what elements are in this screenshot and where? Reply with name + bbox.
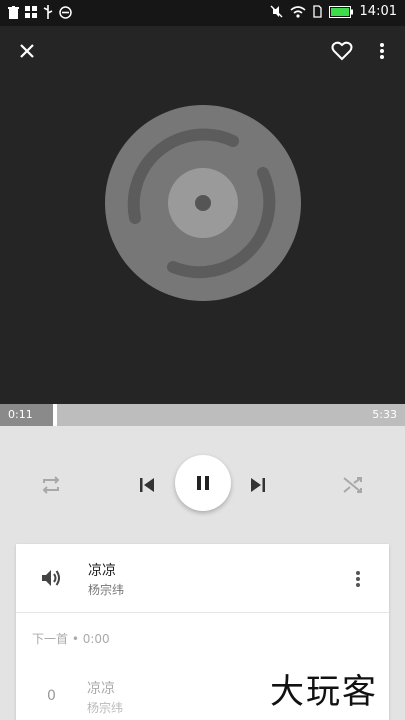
- seek-bar-thumb[interactable]: [53, 404, 57, 426]
- shuffle-button[interactable]: [338, 470, 368, 500]
- skip-previous-icon: [140, 478, 154, 492]
- status-left-icons: [8, 5, 72, 19]
- shuffle-icon: [343, 477, 362, 493]
- current-song-artist: 杨宗纬: [88, 583, 125, 597]
- playback-controls: [0, 426, 405, 544]
- next-button[interactable]: [243, 470, 273, 500]
- speaker-icon: [42, 570, 60, 586]
- trash-icon: [8, 5, 19, 19]
- vinyl-disc-icon: [105, 105, 301, 301]
- status-right-icons: 14:01: [270, 4, 397, 19]
- repeat-button[interactable]: [36, 470, 66, 500]
- total-duration: 5:33: [372, 408, 397, 421]
- queue-item-title: 凉凉: [87, 681, 115, 697]
- dnd-icon: [59, 5, 72, 19]
- heart-icon: [331, 41, 353, 61]
- queue-item-artist: 杨宗纬: [87, 701, 124, 715]
- favorite-button[interactable]: [327, 36, 357, 66]
- previous-button[interactable]: [132, 470, 162, 500]
- skip-next-icon: [251, 478, 265, 492]
- elapsed-time: 0:11: [8, 408, 33, 421]
- battery-icon: [328, 5, 353, 18]
- more-vert-icon: [380, 43, 384, 59]
- seek-bar[interactable]: 0:11 5:33: [0, 404, 405, 426]
- more-options-button[interactable]: [367, 36, 397, 66]
- up-next-label: 下一首 • 0:00: [32, 632, 110, 646]
- queue-item-current[interactable]: 凉凉 杨宗纬: [16, 544, 389, 613]
- watermark-logo: 大玩客: [270, 672, 378, 712]
- close-icon: [20, 44, 34, 58]
- current-song-title: 凉凉: [88, 563, 116, 579]
- grid-icon: [25, 6, 37, 18]
- status-time: 14:01: [359, 4, 397, 19]
- play-pause-button[interactable]: [175, 455, 231, 511]
- repeat-icon: [42, 476, 60, 494]
- sim-icon: [312, 5, 322, 18]
- wifi-icon: [290, 5, 306, 18]
- close-button[interactable]: [12, 36, 42, 66]
- mute-icon: [270, 5, 283, 18]
- queue-item-index: 0: [47, 688, 56, 704]
- usb-icon: [43, 5, 53, 19]
- album-art-panel: [0, 26, 405, 404]
- pause-icon: [197, 476, 209, 490]
- queue-item-more-button[interactable]: [346, 566, 370, 592]
- status-bar: 14:01: [0, 0, 405, 26]
- more-vert-icon: [356, 571, 360, 587]
